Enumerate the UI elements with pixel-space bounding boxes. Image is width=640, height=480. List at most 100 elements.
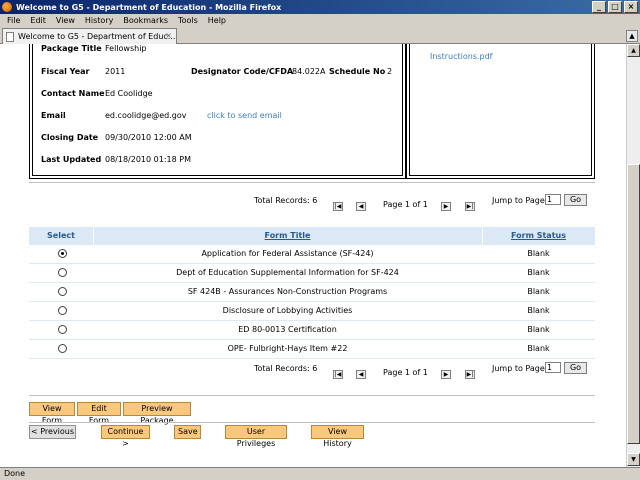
package-title-value: Fellowship: [105, 44, 147, 53]
previous-button[interactable]: < Previous: [29, 425, 76, 439]
tab-bar: Welcome to G5 - Department of Educ... × …: [0, 26, 640, 44]
email-label: Email: [41, 111, 66, 120]
instructions-box: Instructions.pdf: [406, 44, 595, 179]
menu-edit[interactable]: Edit: [25, 16, 51, 25]
row-radio[interactable]: [58, 344, 67, 353]
row-radio[interactable]: [58, 268, 67, 277]
go-button[interactable]: Go: [564, 194, 587, 206]
instructions-link[interactable]: Instructions.pdf: [430, 52, 493, 61]
firefox-icon: [2, 2, 12, 12]
pager-top: Total Records: 6 |◀ ◀ Page 1 of 1 ▶ ▶| J…: [0, 194, 626, 216]
go-button[interactable]: Go: [564, 362, 587, 374]
browser-tab[interactable]: Welcome to G5 - Department of Educ... ×: [2, 28, 177, 44]
email-value: ed.coolidge@ed.gov: [105, 111, 187, 120]
tab-scroll-up-icon[interactable]: ▲: [626, 30, 638, 42]
closing-date-value: 09/30/2010 12:00 AM: [105, 133, 192, 142]
package-info-box: Package Title Fellowship Fiscal Year 201…: [29, 44, 406, 179]
send-email-link[interactable]: click to send email: [207, 111, 282, 120]
row-radio[interactable]: [58, 306, 67, 315]
table-row[interactable]: SF 424B - Assurances Non-Construction Pr…: [29, 283, 595, 302]
menu-help[interactable]: Help: [203, 16, 231, 25]
page-icon: [6, 31, 14, 42]
first-page-icon[interactable]: |◀: [333, 370, 343, 379]
menu-bookmarks[interactable]: Bookmarks: [118, 16, 173, 25]
page-indicator: Page 1 of 1: [383, 200, 428, 209]
vertical-scrollbar[interactable]: ▲ ▼: [626, 44, 640, 467]
schedule-value: 2: [387, 67, 393, 76]
last-updated-value: 08/18/2010 01:18 PM: [105, 155, 191, 164]
jump-page-input[interactable]: 1: [545, 194, 561, 205]
table-row[interactable]: ED 80-0013 Certification Blank: [29, 321, 595, 340]
header-form-title[interactable]: Form Title: [93, 227, 482, 245]
scroll-up-icon[interactable]: ▲: [627, 44, 640, 57]
window-titlebar: Welcome to G5 - Department of Education …: [0, 0, 640, 14]
jump-to-page-label: Jump to Page: [492, 364, 545, 373]
cfda-value: 84.022A: [292, 67, 326, 76]
menu-tools[interactable]: Tools: [173, 16, 203, 25]
header-select: Select: [47, 231, 75, 240]
schedule-label: Schedule No: [329, 67, 386, 76]
form-title: Application for Federal Assistance (SF-4…: [201, 249, 374, 258]
close-button[interactable]: ×: [624, 1, 638, 13]
form-title: Dept of Education Supplemental Informati…: [176, 268, 399, 277]
total-records: Total Records: 6: [254, 364, 318, 373]
last-updated-label: Last Updated: [41, 155, 102, 164]
row-radio[interactable]: [58, 287, 67, 296]
scroll-thumb[interactable]: [627, 164, 640, 444]
header-form-status[interactable]: Form Status: [482, 227, 595, 245]
pager-bottom: Total Records: 6 |◀ ◀ Page 1 of 1 ▶ ▶| J…: [0, 362, 626, 384]
preview-package-button[interactable]: Preview Package: [123, 402, 191, 425]
package-title-label: Package Title: [41, 44, 102, 53]
row-radio[interactable]: [58, 249, 67, 258]
next-page-icon[interactable]: ▶: [441, 202, 451, 211]
jump-to-page-label: Jump to Page: [492, 196, 545, 205]
maximize-button[interactable]: □: [608, 1, 622, 13]
divider: [29, 422, 595, 423]
page-content: Package Title Fellowship Fiscal Year 201…: [0, 44, 626, 467]
scroll-down-icon[interactable]: ▼: [627, 453, 640, 466]
view-form-button[interactable]: View Form: [29, 402, 75, 425]
tab-label: Welcome to G5 - Department of Educ...: [18, 32, 176, 41]
next-page-icon[interactable]: ▶: [441, 370, 451, 379]
table-row[interactable]: Disclosure of Lobbying Activities Blank: [29, 302, 595, 321]
form-title: ED 80-0013 Certification: [238, 325, 337, 334]
contact-value: Ed Coolidge: [105, 89, 153, 98]
continue-button[interactable]: Continue >: [101, 425, 150, 448]
form-status: Blank: [527, 344, 550, 353]
form-status: Blank: [527, 249, 550, 258]
table-row[interactable]: Dept of Education Supplemental Informati…: [29, 264, 595, 283]
contact-label: Contact Name: [41, 89, 105, 98]
first-page-icon[interactable]: |◀: [333, 202, 343, 211]
last-page-icon[interactable]: ▶|: [465, 202, 475, 211]
window-title: Welcome to G5 - Department of Education …: [16, 2, 282, 12]
prev-page-icon[interactable]: ◀: [356, 202, 366, 211]
form-title: Disclosure of Lobbying Activities: [222, 306, 353, 315]
form-status: Blank: [527, 287, 550, 296]
jump-page-input[interactable]: 1: [545, 362, 561, 373]
divider: [29, 395, 595, 396]
menu-view[interactable]: View: [51, 16, 80, 25]
table-row[interactable]: Application for Federal Assistance (SF-4…: [29, 245, 595, 264]
status-text: Done: [4, 469, 26, 478]
prev-page-icon[interactable]: ◀: [356, 370, 366, 379]
fiscal-year-value: 2011: [105, 67, 126, 76]
form-status: Blank: [527, 268, 550, 277]
table-row[interactable]: OPE- Fulbright-Hays Item #22 Blank: [29, 340, 595, 359]
user-privileges-button[interactable]: User Privileges: [225, 425, 287, 448]
form-title: OPE- Fulbright-Hays Item #22: [227, 344, 348, 353]
save-button[interactable]: Save: [174, 425, 201, 439]
row-radio[interactable]: [58, 325, 67, 334]
fiscal-year-label: Fiscal Year: [41, 67, 90, 76]
minimize-button[interactable]: _: [592, 1, 606, 13]
tab-close-icon[interactable]: ×: [165, 31, 172, 40]
last-page-icon[interactable]: ▶|: [465, 370, 475, 379]
menu-bar: File Edit View History Bookmarks Tools H…: [0, 14, 640, 26]
status-bar: Done: [0, 467, 640, 480]
edit-form-button[interactable]: Edit Form: [77, 402, 121, 425]
form-status: Blank: [527, 325, 550, 334]
menu-file[interactable]: File: [2, 16, 25, 25]
table-header: Select Form Title Form Status: [29, 227, 595, 245]
menu-history[interactable]: History: [80, 16, 118, 25]
cfda-label: Designator Code/CFDA: [191, 67, 294, 76]
view-history-button[interactable]: View History: [311, 425, 364, 448]
